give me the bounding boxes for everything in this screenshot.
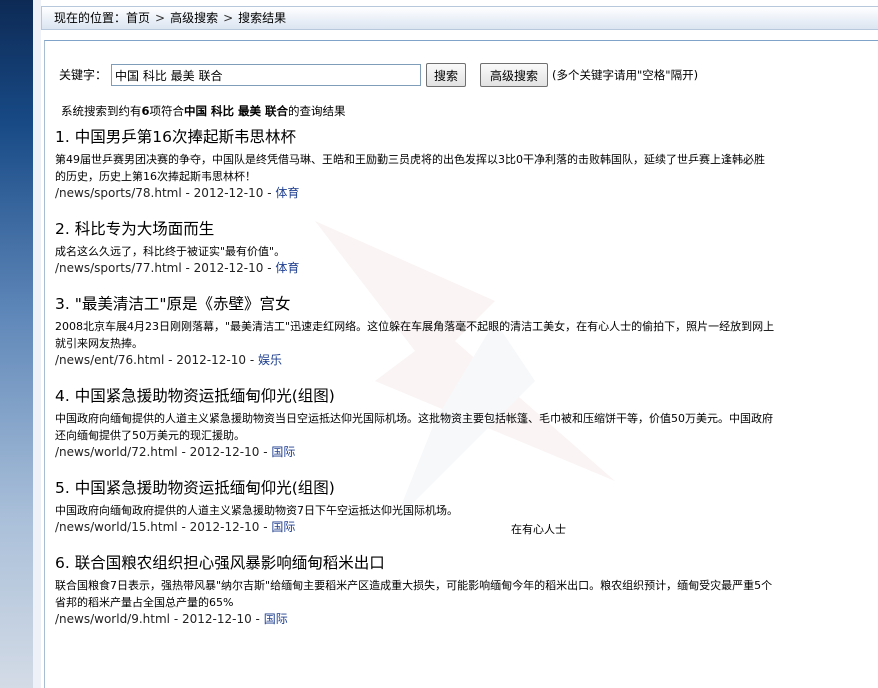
- result-item: 6. 联合国粮农组织担心强风暴影响缅甸稻米出口 联合国粮食7日表示，强热带风暴"…: [55, 553, 775, 628]
- result-meta: /news/world/15.html - 2012-12-10 - 国际: [55, 519, 775, 536]
- result-path: /news/ent/76.html: [55, 353, 165, 367]
- result-category-link[interactable]: 体育: [275, 186, 299, 200]
- breadcrumb-home-link[interactable]: 首页: [126, 7, 150, 29]
- result-item: 3. "最美清洁工"原是《赤壁》宫女 2008北京车展4月23日刚刚落幕，"最美…: [55, 294, 775, 369]
- summary-middle: 项符合: [149, 104, 185, 118]
- meta-separator: -: [177, 445, 190, 459]
- result-date: 2012-12-10: [189, 445, 260, 459]
- meta-separator: -: [259, 445, 272, 459]
- advanced-search-button[interactable]: 高级搜索: [480, 63, 548, 87]
- result-path: /news/world/15.html: [55, 520, 178, 534]
- result-title-link[interactable]: 6. 联合国粮农组织担心强风暴影响缅甸稻米出口: [55, 553, 775, 574]
- meta-separator: -: [259, 520, 272, 534]
- result-meta: /news/ent/76.html - 2012-12-10 - 娱乐: [55, 352, 775, 369]
- breadcrumb-prefix: 现在的位置：: [54, 11, 127, 25]
- result-path: /news/sports/77.html: [55, 261, 182, 275]
- result-path: /news/world/9.html: [55, 612, 171, 626]
- result-description: 中国政府向缅甸政府提供的人道主义紧急援助物资7日下午空运抵达仰光国际机场。: [55, 504, 458, 517]
- result-title-link[interactable]: 5. 中国紧急援助物资运抵缅甸仰光(组图): [55, 478, 775, 499]
- result-item: 4. 中国紧急援助物资运抵缅甸仰光(组图) 中国政府向缅甸提供的人道主义紧急援助…: [55, 386, 775, 461]
- result-category-link[interactable]: 国际: [271, 445, 295, 459]
- result-date: 2012-12-10: [193, 261, 264, 275]
- meta-separator: -: [164, 353, 177, 367]
- breadcrumb: 现在的位置：首页 > 高级搜索 > 搜索结果: [41, 6, 878, 30]
- meta-separator: -: [251, 612, 264, 626]
- left-decorative-strip: [0, 0, 33, 688]
- search-row: 关键字： 搜索 高级搜索 (多个关键字请用"空格"隔开): [59, 63, 698, 87]
- breadcrumb-separator: >: [155, 11, 166, 25]
- result-description: 中国政府向缅甸提供的人道主义紧急援助物资当日空运抵达仰光国际机场。这批物资主要包…: [55, 412, 773, 442]
- result-description: 第49届世乒赛男团决赛的争夺，中国队是终凭借马琳、王皓和王励勤三员虎将的出色发挥…: [55, 153, 765, 183]
- meta-separator: -: [181, 261, 194, 275]
- result-meta: /news/sports/78.html - 2012-12-10 - 体育: [55, 185, 775, 202]
- search-hint: (多个关键字请用"空格"隔开): [552, 68, 699, 82]
- results-summary: 系统搜索到约有6项符合中国 科比 最美 联合的查询结果: [61, 103, 346, 119]
- result-item: 5. 中国紧急援助物资运抵缅甸仰光(组图) 中国政府向缅甸政府提供的人道主义紧急…: [55, 478, 775, 536]
- breadcrumb-separator: >: [223, 11, 234, 25]
- result-item: 2. 科比专为大场面而生 成名这么久远了，科比终于被证实"最有价值"。 /new…: [55, 219, 775, 277]
- result-date: 2012-12-10: [189, 520, 260, 534]
- meta-separator: -: [263, 261, 276, 275]
- summary-keywords: 中国 科比 最美 联合: [184, 104, 289, 118]
- search-button[interactable]: 搜索: [426, 63, 466, 87]
- main-panel: 关键字： 搜索 高级搜索 (多个关键字请用"空格"隔开) 系统搜索到约有6项符合…: [44, 40, 878, 688]
- result-title-link[interactable]: 4. 中国紧急援助物资运抵缅甸仰光(组图): [55, 386, 775, 407]
- meta-separator: -: [263, 186, 276, 200]
- result-title-link[interactable]: 1. 中国男乒第16次捧起斯韦思林杯: [55, 127, 775, 148]
- breadcrumb-current: 搜索结果: [238, 11, 287, 25]
- keyword-label: 关键字：: [59, 68, 108, 82]
- stray-overlay-text: 在有心人士: [511, 523, 566, 536]
- result-date: 2012-12-10: [193, 186, 264, 200]
- meta-separator: -: [170, 612, 182, 626]
- summary-before: 系统搜索到约有: [61, 104, 142, 118]
- result-meta: /news/sports/77.html - 2012-12-10 - 体育: [55, 260, 775, 277]
- result-meta: /news/world/72.html - 2012-12-10 - 国际: [55, 444, 775, 461]
- result-date: 2012-12-10: [181, 612, 252, 626]
- result-description: 2008北京车展4月23日刚刚落幕，"最美清洁工"迅速走红网络。这位躲在车展角落…: [55, 320, 775, 350]
- result-path: /news/world/72.html: [55, 445, 178, 459]
- result-item: 1. 中国男乒第16次捧起斯韦思林杯 第49届世乒赛男团决赛的争夺，中国队是终凭…: [55, 127, 775, 202]
- keyword-input[interactable]: [111, 64, 421, 86]
- result-category-link[interactable]: 国际: [271, 520, 295, 534]
- breadcrumb-advanced-search-link[interactable]: 高级搜索: [170, 7, 218, 29]
- result-category-link[interactable]: 娱乐: [258, 353, 282, 367]
- summary-after: 的查询结果: [288, 104, 346, 118]
- result-category-link[interactable]: 体育: [275, 261, 299, 275]
- result-path: /news/sports/78.html: [55, 186, 182, 200]
- left-gap: [33, 0, 41, 688]
- result-title-link[interactable]: 3. "最美清洁工"原是《赤壁》宫女: [55, 294, 775, 315]
- result-title-link[interactable]: 2. 科比专为大场面而生: [55, 219, 775, 240]
- meta-separator: -: [177, 520, 190, 534]
- result-meta: /news/world/9.html - 2012-12-10 - 国际: [55, 611, 775, 628]
- result-date: 2012-12-10: [176, 353, 247, 367]
- meta-separator: -: [181, 186, 194, 200]
- summary-count: 6: [141, 104, 150, 118]
- result-description: 成名这么久远了，科比终于被证实"最有价值"。: [55, 245, 286, 258]
- result-description: 联合国粮食7日表示，强热带风暴"纳尔吉斯"给缅甸主要稻米产区造成重大损失，可能影…: [55, 579, 773, 609]
- meta-separator: -: [246, 353, 258, 367]
- results-list: 1. 中国男乒第16次捧起斯韦思林杯 第49届世乒赛男团决赛的争夺，中国队是终凭…: [55, 127, 775, 645]
- result-category-link[interactable]: 国际: [264, 612, 288, 626]
